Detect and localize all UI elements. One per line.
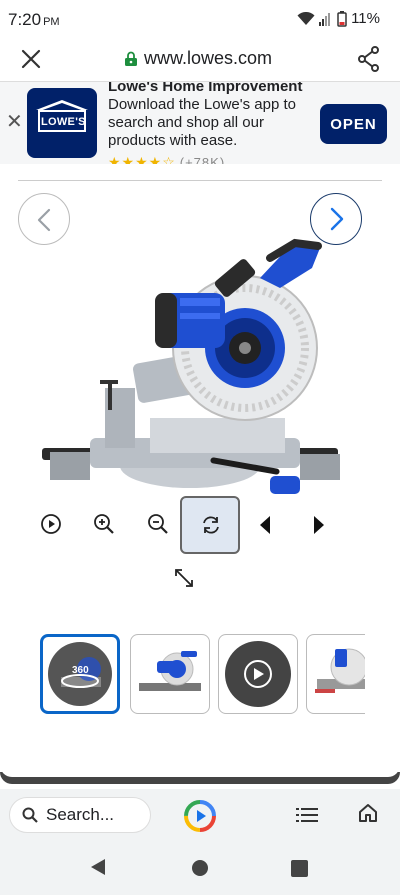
play-icon[interactable]: [39, 512, 63, 536]
chevron-left-icon: [37, 208, 51, 232]
lock-icon: [125, 51, 137, 66]
gallery-next-button[interactable]: [310, 193, 362, 245]
product-image-miter-saw[interactable]: [30, 238, 360, 528]
assistant-icon[interactable]: [183, 799, 217, 833]
status-time: 7:20 PM: [8, 10, 60, 29]
battery-icon: [337, 10, 347, 27]
viewer-controls: [0, 496, 400, 556]
browser-url-bar: www.lowes.com: [0, 38, 400, 82]
chevron-right-icon: [330, 207, 344, 231]
gallery-prev-button[interactable]: [18, 193, 70, 245]
home-button-icon[interactable]: [192, 860, 208, 876]
thumbnail-360[interactable]: 360: [40, 634, 120, 714]
thumbnail-video-image: [225, 641, 291, 707]
expand-icon[interactable]: [173, 567, 195, 589]
app-install-banner: ✕ LOWE'S Lowe's Home Improvement Downloa…: [0, 82, 400, 164]
divider: [18, 180, 382, 181]
share-icon[interactable]: [358, 46, 380, 72]
banner-rating-count: (+78K): [179, 155, 226, 164]
wifi-icon: [297, 11, 315, 25]
banner-close-icon[interactable]: ✕: [6, 112, 23, 132]
thumbnail-miter-saw-image: [139, 651, 201, 691]
zoom-in-icon[interactable]: [92, 512, 116, 536]
rotate-button[interactable]: [180, 496, 240, 554]
zoom-out-icon[interactable]: [146, 512, 170, 536]
status-bar: 7:20 PM 11%: [0, 0, 400, 38]
status-indicators: 11%: [297, 10, 380, 27]
banner-title: Lowe's Home Improvement: [108, 82, 303, 95]
banner-rating: ★★★★☆ (+78K): [108, 154, 225, 164]
close-icon[interactable]: [20, 48, 42, 70]
lowes-app-logo: LOWE'S: [27, 88, 97, 158]
prev-triangle-icon[interactable]: [256, 513, 280, 537]
card-edge-fill: [0, 765, 400, 777]
search-icon: [22, 807, 38, 823]
banner-description: Download the Lowe's app to search and sh…: [108, 96, 296, 149]
thumbnail-image-1[interactable]: [130, 634, 210, 714]
system-nav-bar: [0, 841, 400, 895]
open-app-button[interactable]: OPEN: [320, 104, 387, 144]
tabs-menu-icon[interactable]: [296, 807, 318, 823]
recents-icon[interactable]: [291, 860, 308, 877]
battery-percent: 11%: [351, 10, 380, 27]
thumbnail-video[interactable]: [218, 634, 298, 714]
home-icon[interactable]: [358, 803, 378, 823]
banner-stars: ★★★★☆: [108, 154, 176, 164]
thumbnail-image-2[interactable]: [306, 634, 365, 714]
back-icon[interactable]: [90, 858, 106, 876]
next-triangle-icon[interactable]: [308, 513, 332, 537]
browser-bottom-bar: Search...: [0, 789, 400, 841]
signal-icon: [319, 12, 331, 26]
search-placeholder: Search...: [46, 805, 115, 824]
url-display[interactable]: www.lowes.com: [124, 48, 272, 69]
thumbnail-product-image-2: [315, 648, 365, 693]
url-text: www.lowes.com: [144, 48, 273, 68]
rotate-icon: [203, 516, 219, 534]
thumbnail-strip: 360: [40, 634, 365, 716]
search-input[interactable]: Search...: [9, 797, 151, 833]
thumbnail-360-label: 360: [72, 665, 89, 676]
